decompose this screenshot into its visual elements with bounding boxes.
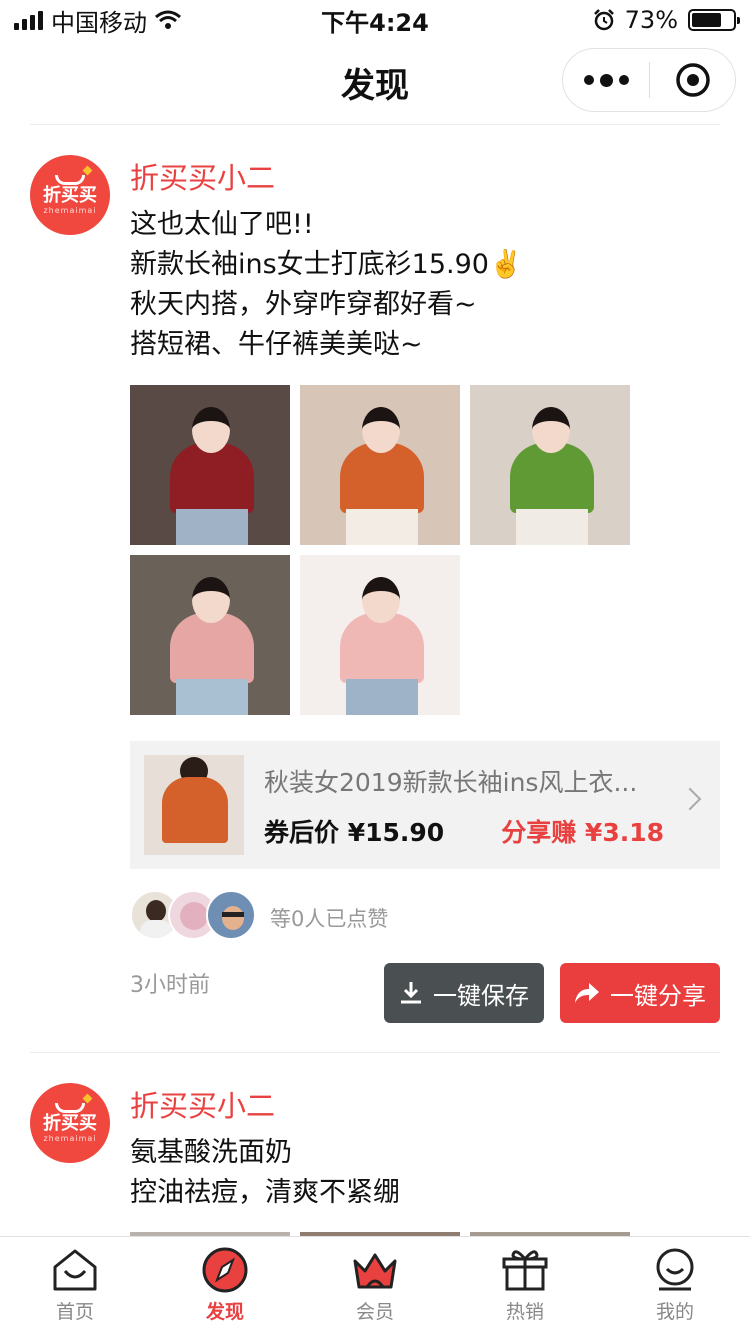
author-name[interactable]: 折买买小二	[130, 1083, 275, 1125]
status-time: 下午4:24	[321, 8, 429, 37]
author-name[interactable]: 折买买小二	[130, 155, 275, 197]
battery-percent: 73%	[624, 6, 678, 34]
post-photo[interactable]	[470, 385, 630, 545]
product-title: 秋装女2019新款长袖ins风上衣...	[264, 768, 638, 797]
page-title: 发现	[341, 65, 409, 106]
share-button[interactable]: 一键分享	[560, 963, 720, 1023]
avatar[interactable]: 折买买 zhemaimai	[30, 155, 110, 235]
compass-icon	[202, 1247, 248, 1293]
carrier-label: 中国移动	[51, 8, 147, 37]
post-photo[interactable]	[300, 555, 460, 715]
avatar-logo-subtext: zhemaimai	[43, 205, 97, 215]
post-line: 这也太仙了吧!!	[130, 209, 314, 240]
share-label: 一键分享	[610, 981, 706, 1010]
tab-discover[interactable]: 发现	[150, 1237, 300, 1334]
more-icon[interactable]	[563, 49, 649, 111]
user-icon	[656, 1248, 694, 1291]
battery-icon	[688, 9, 740, 31]
tab-label: 会员	[355, 1301, 394, 1323]
tab-member[interactable]: 会员	[300, 1237, 450, 1334]
tab-home[interactable]: 首页	[0, 1237, 150, 1334]
avatar[interactable]: 折买买 zhemaimai	[30, 1083, 110, 1163]
likes-count: 等0人已点赞	[270, 907, 389, 931]
post-photo[interactable]	[130, 385, 290, 545]
alarm-icon	[593, 9, 614, 31]
post-line: 氨基酸洗面奶	[130, 1137, 292, 1168]
signal-icon	[14, 10, 43, 30]
product-card[interactable]: 秋装女2019新款长袖ins风上衣... 券后价 ¥15.90 分享赚 ¥3.1…	[130, 741, 720, 869]
avatar	[206, 890, 256, 940]
save-label: 一键保存	[433, 981, 529, 1010]
logo-smile-icon	[55, 174, 85, 185]
share-arrow-icon	[575, 983, 599, 1003]
avatar-logo-subtext: zhemaimai	[43, 1133, 97, 1143]
close-circle-icon[interactable]	[650, 49, 735, 111]
post-line: 控油祛痘，清爽不紧绷	[130, 1177, 400, 1208]
tab-label: 我的	[655, 1301, 694, 1323]
product-thumbnail	[144, 755, 244, 855]
share-earn: 分享赚 ¥3.18	[501, 818, 664, 847]
gift-icon	[502, 1250, 548, 1291]
tab-mine[interactable]: 我的	[600, 1237, 750, 1334]
chevron-right-icon	[678, 787, 702, 811]
post-text: 氨基酸洗面奶 控油祛痘，清爽不紧绷	[130, 1133, 400, 1213]
liker-avatars: 等0人已点赞	[130, 889, 388, 941]
post-line: 新款长袖ins女士打底衫15.90✌️	[130, 249, 523, 280]
tab-label: 热销	[505, 1301, 544, 1323]
divider	[30, 1052, 720, 1053]
post-line: 搭短裙、牛仔裤美美哒~	[130, 329, 423, 360]
home-icon	[53, 1249, 97, 1291]
avatar-logo-text: 折买买	[43, 184, 97, 206]
crown-icon	[353, 1253, 397, 1289]
tab-hot[interactable]: 热销	[450, 1237, 600, 1334]
nav-bar: 发现	[0, 40, 750, 124]
status-bar: 中国移动 下午4:24 73%	[0, 0, 750, 40]
post-line: 秋天内搭，外穿咋穿都好看~	[130, 289, 477, 320]
post-time: 3小时前	[130, 973, 210, 998]
tab-label: 首页	[55, 1301, 94, 1323]
save-button[interactable]: 一键保存	[384, 963, 544, 1023]
post-text: 这也太仙了吧!! 新款长袖ins女士打底衫15.90✌️ 秋天内搭，外穿咋穿都好…	[130, 205, 523, 365]
miniprogram-capsule	[562, 48, 736, 112]
download-icon	[401, 982, 421, 1004]
wifi-icon	[155, 10, 181, 29]
product-price: 券后价 ¥15.90	[264, 818, 445, 847]
tab-label: 发现	[205, 1301, 244, 1323]
post-photo[interactable]	[130, 555, 290, 715]
logo-smile-icon	[55, 1102, 85, 1113]
avatar-logo-text: 折买买	[43, 1112, 97, 1134]
divider	[30, 124, 720, 125]
tab-bar: 首页 发现 会员 热销 我的	[0, 1236, 750, 1334]
post-photo[interactable]	[300, 385, 460, 545]
